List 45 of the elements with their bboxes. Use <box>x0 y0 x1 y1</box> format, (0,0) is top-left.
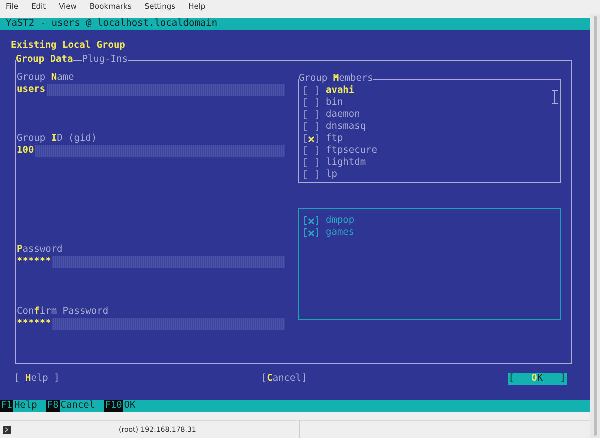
dialog-heading: Existing Local Group <box>11 40 126 52</box>
scrollbar[interactable] <box>590 14 600 438</box>
terminal-title-bar: YaST2 - users @ localhost.localdomain <box>0 18 590 30</box>
function-key: F8 <box>46 400 60 412</box>
tab[interactable]: Plug-Ins <box>82 54 128 66</box>
input-field[interactable]: users <box>17 84 285 96</box>
checkbox-icon[interactable] <box>303 157 320 169</box>
member-item[interactable]: dnsmasq <box>326 121 366 133</box>
input-field[interactable]: ****** <box>17 256 285 268</box>
checked-checkbox-icon[interactable] <box>303 133 320 145</box>
checkbox-icon[interactable] <box>303 97 320 109</box>
dialog-button[interactable]: [Cancel] <box>260 373 308 385</box>
member-item[interactable]: lp <box>326 169 338 181</box>
function-key-label[interactable]: Help <box>13 400 38 412</box>
member-item[interactable]: daemon <box>326 109 360 121</box>
function-key-label[interactable]: Cancel <box>60 400 96 412</box>
scroll-indicator-icon <box>552 90 558 104</box>
checked-checkbox-icon[interactable] <box>303 227 320 239</box>
field-label: Confirm Password <box>17 306 110 318</box>
tab[interactable]: Group Data <box>16 54 74 66</box>
checkbox-icon[interactable] <box>303 109 320 121</box>
group-item[interactable]: dmpop <box>326 215 355 227</box>
input-field[interactable]: 100 <box>17 145 285 157</box>
input-field[interactable]: ****** <box>17 318 285 330</box>
checkbox-icon[interactable] <box>303 169 320 181</box>
checked-checkbox-icon[interactable] <box>303 215 320 227</box>
dialog-button[interactable]: [ Help ] <box>13 373 61 385</box>
function-key: F10 <box>104 400 124 412</box>
group-item[interactable]: games <box>326 227 355 239</box>
member-item[interactable]: ftp <box>326 133 344 145</box>
field-label: Group Name <box>17 72 76 84</box>
member-item[interactable]: avahi <box>326 85 355 97</box>
terminal-icon[interactable] <box>3 426 11 434</box>
function-key: F1 <box>0 400 14 412</box>
checkbox-icon[interactable] <box>303 85 320 97</box>
field-label: Group ID (gid) <box>17 133 98 145</box>
group-title: Group Members <box>299 73 374 85</box>
checkbox-icon[interactable] <box>303 145 320 157</box>
member-item[interactable]: bin <box>326 97 344 109</box>
member-item[interactable]: lightdm <box>326 157 366 169</box>
function-key-label[interactable]: OK <box>123 400 137 412</box>
dialog-button[interactable]: [ OK ] <box>508 373 567 385</box>
checkbox-icon[interactable] <box>303 121 320 133</box>
field-label: Password <box>17 244 64 256</box>
member-item[interactable]: ftpsecure <box>326 145 378 157</box>
